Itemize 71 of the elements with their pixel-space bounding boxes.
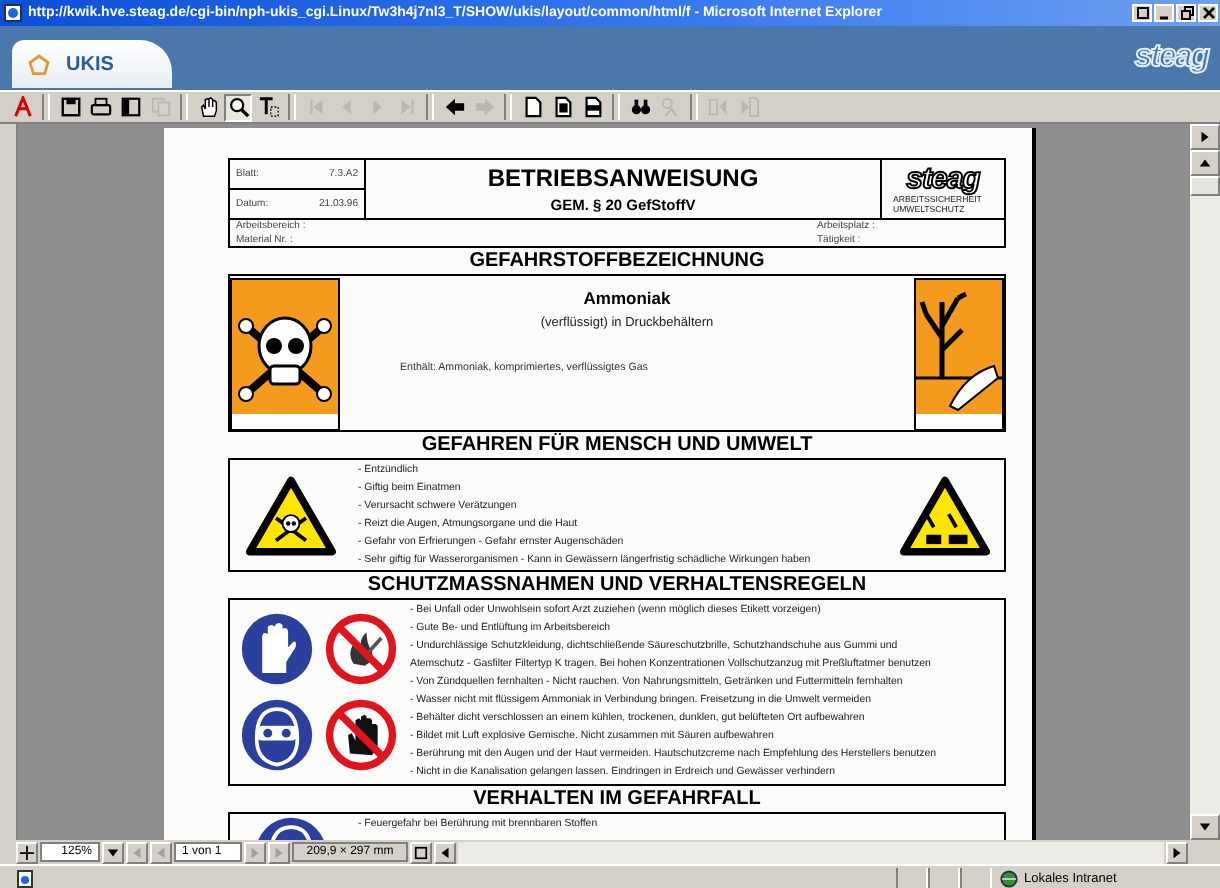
- restore-button[interactable]: [1176, 4, 1196, 22]
- page-icon: [4, 4, 22, 22]
- substance-name: Ammoniak: [583, 288, 671, 308]
- back-arrow-button[interactable]: [440, 93, 468, 121]
- section-heading: SCHUTZMASSNAHMEN UND VERHALTENSREGELN: [365, 574, 869, 596]
- back-arrow-icon: [443, 96, 465, 118]
- close-icon: [1201, 6, 1215, 20]
- fit-page-icon: [551, 96, 573, 118]
- goggles-head-icon: [239, 698, 313, 772]
- pentagon-icon: [28, 53, 50, 75]
- text-select-button[interactable]: [254, 93, 282, 121]
- no-open-flame-icon: [323, 612, 397, 686]
- zoom-dropdown-button[interactable]: [102, 841, 124, 863]
- layout-button[interactable]: [410, 841, 432, 863]
- triangle-right-icon: [1198, 130, 1212, 144]
- acrobat-letter-button[interactable]: [8, 93, 36, 121]
- panel-icon: [119, 96, 141, 118]
- horizontal-scrollbar[interactable]: [458, 841, 1164, 863]
- triangle-up-icon: [1198, 156, 1212, 170]
- hand-icon: [197, 96, 219, 118]
- fit-width-icon: [581, 96, 603, 118]
- page-back-icon: [707, 96, 729, 118]
- zoom-button[interactable]: [224, 93, 252, 121]
- first-page-icon: [305, 96, 327, 118]
- page-forward-icon: [737, 96, 759, 118]
- acrobat-letter-icon: [11, 96, 33, 118]
- print-button[interactable]: [86, 93, 114, 121]
- triangle-right-icon: [1170, 845, 1184, 859]
- company-logo: steag: [906, 164, 980, 194]
- app-tab[interactable]: UKIS: [12, 40, 172, 88]
- triangle-down-icon: [1198, 820, 1212, 834]
- previous-page-button[interactable]: [150, 841, 172, 863]
- navigation-toggle-button[interactable]: [16, 841, 38, 863]
- square-icon: [414, 845, 428, 859]
- document-title: BETRIEBSANWEISUNG: [487, 165, 759, 191]
- triangle-down-icon: [106, 845, 120, 859]
- last-page-button[interactable]: [268, 841, 290, 863]
- first-page-button[interactable]: [126, 841, 148, 863]
- do-not-touch-icon: [323, 698, 397, 772]
- section-heading: VERHALTEN IM GEFAHRFALL: [471, 788, 763, 810]
- scroll-left-button[interactable]: [434, 841, 456, 863]
- next-page-button[interactable]: [244, 841, 266, 863]
- scroll-up-button[interactable]: [1190, 150, 1220, 176]
- scroll-right-button[interactable]: [1166, 841, 1188, 863]
- scroll-thumb[interactable]: [1190, 176, 1220, 196]
- window-menu-button[interactable]: [1132, 4, 1152, 22]
- skull-warning-icon: [245, 475, 335, 555]
- brand-logo: steag: [1134, 40, 1212, 76]
- corrosive-warning-icon: [899, 475, 989, 555]
- save-icon: [59, 96, 81, 118]
- binoculars-icon: [629, 96, 651, 118]
- gloves-icon: [239, 612, 313, 686]
- minimize-button[interactable]: [1154, 4, 1174, 22]
- restore-icon: [1179, 6, 1193, 20]
- text-select-icon: [257, 96, 279, 118]
- scroll-down-button[interactable]: [1190, 814, 1220, 840]
- find-icon: [659, 96, 681, 118]
- section-heading: GEFAHREN FÜR MENSCH UND UMWELT: [419, 434, 815, 456]
- section-heading: GEFAHRSTOFFBEZEICHNUNG: [467, 250, 767, 272]
- forward-arrow-icon: [473, 96, 495, 118]
- triangle-left-icon: [438, 845, 452, 859]
- save-button[interactable]: [56, 93, 84, 121]
- vertical-scrollbar[interactable]: [1190, 124, 1220, 840]
- pane-toggle-button[interactable]: [1190, 124, 1220, 150]
- page-icon: [521, 96, 543, 118]
- square-icon: [1135, 6, 1149, 20]
- print-icon: [89, 96, 111, 118]
- panel-button[interactable]: [116, 93, 144, 121]
- zoom-icon: [227, 96, 249, 118]
- copy-icon: [149, 96, 171, 118]
- close-button[interactable]: [1198, 4, 1218, 22]
